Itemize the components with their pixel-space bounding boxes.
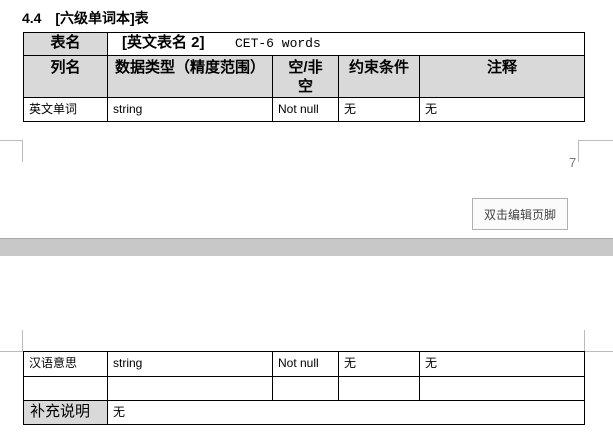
crop-mark bbox=[584, 330, 585, 352]
header-data-type[interactable]: 数据类型（精度范围） bbox=[107, 55, 273, 98]
table-definition-page2: 汉语意思 string Not null 无 无 补充说明 无 bbox=[23, 351, 585, 425]
table-definition-page1: 表名 [英文表名 2] CET-6 words 列名 数据类型（精度范围） 空/… bbox=[23, 32, 586, 122]
table-row: 英文单词 string Not null 无 无 bbox=[23, 97, 586, 122]
cell-column-name[interactable] bbox=[23, 376, 108, 401]
cell-data-type[interactable]: string bbox=[107, 351, 273, 377]
cell-constraints[interactable]: 无 bbox=[338, 351, 420, 377]
cell-comment[interactable]: 无 bbox=[418, 97, 586, 122]
header-comment[interactable]: 注释 bbox=[418, 55, 586, 98]
crop-mark bbox=[0, 351, 22, 352]
page-gap bbox=[0, 238, 613, 256]
crop-mark bbox=[0, 140, 22, 141]
cell-column-name[interactable]: 汉语意思 bbox=[23, 351, 108, 377]
crop-mark bbox=[22, 140, 23, 162]
page-gap-edge bbox=[0, 238, 613, 239]
table-header-row: 列名 数据类型（精度范围） 空/非空 约束条件 注释 bbox=[23, 55, 586, 98]
crop-mark bbox=[585, 351, 613, 352]
cell-nullable[interactable] bbox=[272, 376, 339, 401]
note-label[interactable]: 补充说明 bbox=[23, 400, 108, 425]
table-row: 汉语意思 string Not null 无 无 bbox=[23, 351, 585, 377]
header-column-name[interactable]: 列名 bbox=[23, 55, 108, 98]
header-nullable[interactable]: 空/非空 bbox=[272, 55, 339, 98]
table-name-cell[interactable]: [英文表名 2] CET-6 words bbox=[106, 32, 586, 56]
cell-comment[interactable] bbox=[419, 376, 585, 401]
cell-nullable[interactable]: Not null bbox=[272, 97, 339, 122]
table-row bbox=[23, 376, 585, 401]
header-constraints[interactable]: 约束条件 bbox=[338, 55, 420, 98]
crop-mark bbox=[22, 330, 23, 352]
cell-constraints[interactable]: 无 bbox=[338, 97, 420, 122]
section-number: 4.4 bbox=[22, 10, 42, 26]
cell-comment[interactable]: 无 bbox=[419, 351, 585, 377]
section-title: [六级单词本]表 bbox=[55, 10, 149, 26]
crop-mark bbox=[578, 140, 579, 162]
table-name-label[interactable]: 表名 bbox=[23, 32, 108, 56]
cell-data-type[interactable] bbox=[107, 376, 273, 401]
table-name: [英文表名 2] bbox=[122, 34, 205, 51]
section-heading: 4.4 [六级单词本]表 bbox=[22, 8, 149, 28]
cell-nullable[interactable]: Not null bbox=[272, 351, 339, 377]
note-value[interactable]: 无 bbox=[107, 400, 585, 425]
edit-footer-button[interactable]: 双击编辑页脚 bbox=[472, 198, 568, 230]
table-name-row: 表名 [英文表名 2] CET-6 words bbox=[23, 32, 586, 56]
cell-data-type[interactable]: string bbox=[107, 97, 273, 122]
page-number: 7 bbox=[569, 155, 577, 170]
table-english-name: CET-6 words bbox=[234, 36, 321, 51]
table-note-row: 补充说明 无 bbox=[23, 400, 585, 425]
crop-mark bbox=[578, 140, 613, 141]
cell-constraints[interactable] bbox=[338, 376, 420, 401]
cell-column-name[interactable]: 英文单词 bbox=[23, 97, 108, 122]
